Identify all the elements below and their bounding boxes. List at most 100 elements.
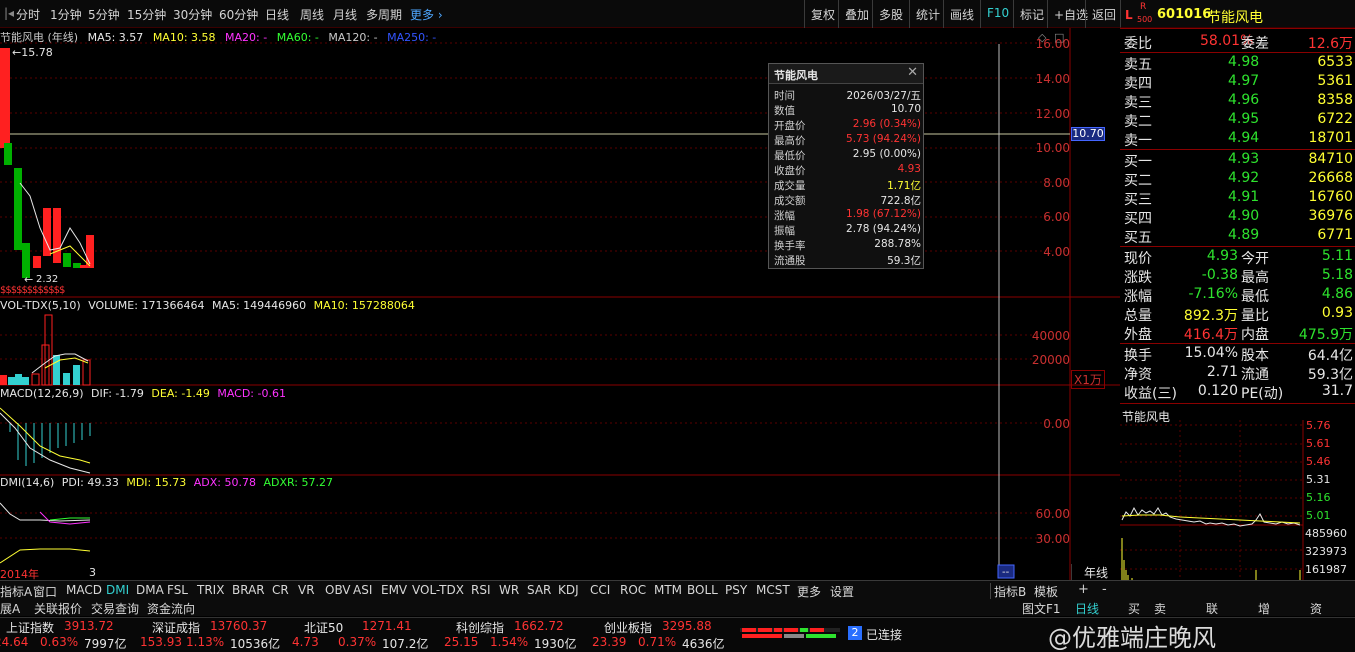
indicator-tab[interactable]: ROC [620, 583, 646, 597]
side-tab-add[interactable]: 增 [1258, 600, 1270, 617]
period-label-year[interactable]: 年线 [1071, 564, 1120, 580]
indicator-tab[interactable]: EMV [381, 583, 407, 597]
mini-tick-5: 5.01 [1306, 509, 1331, 522]
indicator-tab[interactable]: ASI [353, 583, 372, 597]
ask-row[interactable]: 卖一 4.94 18701 [1120, 130, 1355, 149]
multi-stock-button[interactable]: 多股 [872, 0, 909, 28]
close-icon[interactable]: ✕ [907, 65, 918, 80]
indicator-tab[interactable]: 指标A [0, 583, 32, 600]
index-name[interactable]: 科创综指 [456, 619, 504, 636]
side-tab-sell[interactable]: 卖 [1154, 600, 1166, 617]
indicator-tab[interactable]: CR [272, 583, 289, 597]
bid-row[interactable]: 买四 4.90 36976 [1120, 208, 1355, 227]
restore-rights-button[interactable]: 复权 [804, 0, 841, 28]
bottom-tab-trade-query[interactable]: 交易查询 [91, 600, 139, 617]
dividend-markers[interactable]: $$$$$$$$$$$$ [0, 285, 65, 296]
period-tab-fenshi[interactable]: 分时 [16, 6, 40, 23]
indicator-tab[interactable]: RSI [471, 583, 491, 597]
side-tab-link[interactable]: 联 [1206, 600, 1218, 617]
period-tab-15min[interactable]: 15分钟 [127, 6, 166, 23]
back-button[interactable]: 返回 [1085, 0, 1122, 28]
indicator-tab[interactable]: DMA [136, 583, 164, 597]
period-tab-day[interactable]: 日线 [265, 6, 289, 23]
bid-row[interactable]: 买三 4.91 16760 [1120, 189, 1355, 208]
mark-button[interactable]: 标记 [1013, 0, 1050, 28]
period-tab-week[interactable]: 周线 [300, 6, 324, 23]
bid-row[interactable]: 买二 4.92 26668 [1120, 170, 1355, 189]
index-name[interactable]: 深证成指 [152, 619, 200, 636]
period-tab-60min[interactable]: 60分钟 [219, 6, 258, 23]
bottom-tab-capital-flow[interactable]: 资金流向 [147, 600, 195, 617]
watermark: @优雅端庄晚风 [1048, 624, 1216, 652]
period-tab-1min[interactable]: 1分钟 [50, 6, 82, 23]
bottom-tab-related-quotes[interactable]: 关联报价 [34, 600, 82, 617]
indicator-tab[interactable]: 更多 [797, 583, 821, 600]
mini-tab-day[interactable]: 日线 [1075, 600, 1099, 617]
period-tab-30min[interactable]: 30分钟 [173, 6, 212, 23]
indicator-tab[interactable]: BRAR [232, 583, 265, 597]
bid-row[interactable]: 买五 4.89 6771 [1120, 227, 1355, 246]
indicator-tab[interactable]: MTM [654, 583, 682, 597]
fund-value: 31.7 [1321, 383, 1353, 399]
indicator-tab[interactable]: OBV [325, 583, 351, 597]
level-volume: 6533 [1317, 54, 1353, 70]
level-price: 4.90 [1228, 208, 1260, 224]
dmi-adxr: ADXR: 57.27 [263, 476, 333, 489]
index-name[interactable]: 北证50 [304, 619, 343, 636]
period-tab-multi[interactable]: 多周期 [366, 6, 402, 23]
level-price: 4.96 [1228, 92, 1260, 108]
side-tab-buy[interactable]: 买 [1128, 600, 1140, 617]
indicator-tab[interactable]: PSY [725, 583, 747, 597]
period-more-button[interactable]: 更多 › [410, 6, 443, 23]
bid-row[interactable]: 买一 4.93 84710 [1120, 151, 1355, 170]
overlay-button[interactable]: 叠加 [838, 0, 875, 28]
indicator-tab[interactable]: WR [499, 583, 519, 597]
statistics-button[interactable]: 统计 [909, 0, 946, 28]
toolbar-menu-icon[interactable]: |◂ [4, 6, 14, 20]
side-tab-fund[interactable]: 资 [1310, 600, 1322, 617]
level-volume: 6771 [1317, 227, 1353, 243]
indicator-tab[interactable]: 设置 [830, 583, 854, 600]
indicator-tab[interactable]: MCST [756, 583, 790, 597]
indicator-tab[interactable]: DMI [106, 583, 129, 597]
mini-tab-graphic[interactable]: 图文F1 [1022, 600, 1061, 617]
index-name[interactable]: 上证指数 [6, 619, 54, 636]
bottom-tab-expand[interactable]: 展A [0, 600, 20, 617]
f10-button[interactable]: F10 [980, 0, 1015, 28]
ask-row[interactable]: 卖二 4.95 6722 [1120, 111, 1355, 130]
level-price: 4.93 [1228, 151, 1260, 167]
stat-label: 内盘 [1241, 327, 1269, 343]
period-tab-month[interactable]: 月线 [333, 6, 357, 23]
indicator-tab[interactable]: BOLL [687, 583, 718, 597]
ask-row[interactable]: 卖三 4.96 8358 [1120, 92, 1355, 111]
dmi-pdi: PDI: 49.33 [61, 476, 119, 489]
tooltip-value: 2.96 (0.34%) [852, 118, 921, 130]
indicator-tab[interactable]: KDJ [558, 583, 579, 597]
stat-value: 0.93 [1321, 305, 1353, 321]
indicator-tab[interactable]: VR [298, 583, 315, 597]
indicator-tab[interactable]: TRIX [197, 583, 224, 597]
indicator-b-tab[interactable]: 指标B [990, 583, 1026, 600]
mini-vol-tick-2: 161987 [1305, 563, 1347, 576]
dmi-legend: DMI(14,6) PDI: 49.33 MDI: 15.73 ADX: 50.… [0, 476, 333, 489]
stat-value: 416.4万 [1183, 327, 1238, 343]
tooltip-value: 2026/03/27/五 [846, 90, 921, 102]
indicator-tab[interactable]: 窗口 [33, 583, 57, 600]
draw-line-button[interactable]: 画线 [943, 0, 980, 28]
indicator-tab[interactable]: FSL [167, 583, 188, 597]
indicator-tab[interactable]: SAR [527, 583, 551, 597]
price-tick-4: 4.00 [1043, 245, 1070, 259]
plus-icon[interactable]: + [1078, 582, 1089, 597]
period-tab-5min[interactable]: 5分钟 [88, 6, 120, 23]
quote-fund-row: 净资 2.71 流通 59.3亿 [1120, 364, 1355, 383]
connection-status[interactable]: 已连接 [866, 626, 902, 643]
ask-row[interactable]: 卖四 4.97 5361 [1120, 73, 1355, 92]
index-name[interactable]: 创业板指 [604, 619, 652, 636]
template-tab[interactable]: 模板 [1034, 583, 1058, 600]
minus-icon[interactable]: - [1102, 582, 1107, 597]
ask-row[interactable]: 卖五 4.98 6533 [1120, 54, 1355, 73]
indicator-tab[interactable]: CCI [590, 583, 610, 597]
indicator-tab[interactable]: VOL-TDX [412, 583, 464, 597]
indicator-tab[interactable]: MACD [66, 583, 102, 597]
quote-stat-row: 外盘 416.4万 内盘 475.9万 [1120, 324, 1355, 343]
